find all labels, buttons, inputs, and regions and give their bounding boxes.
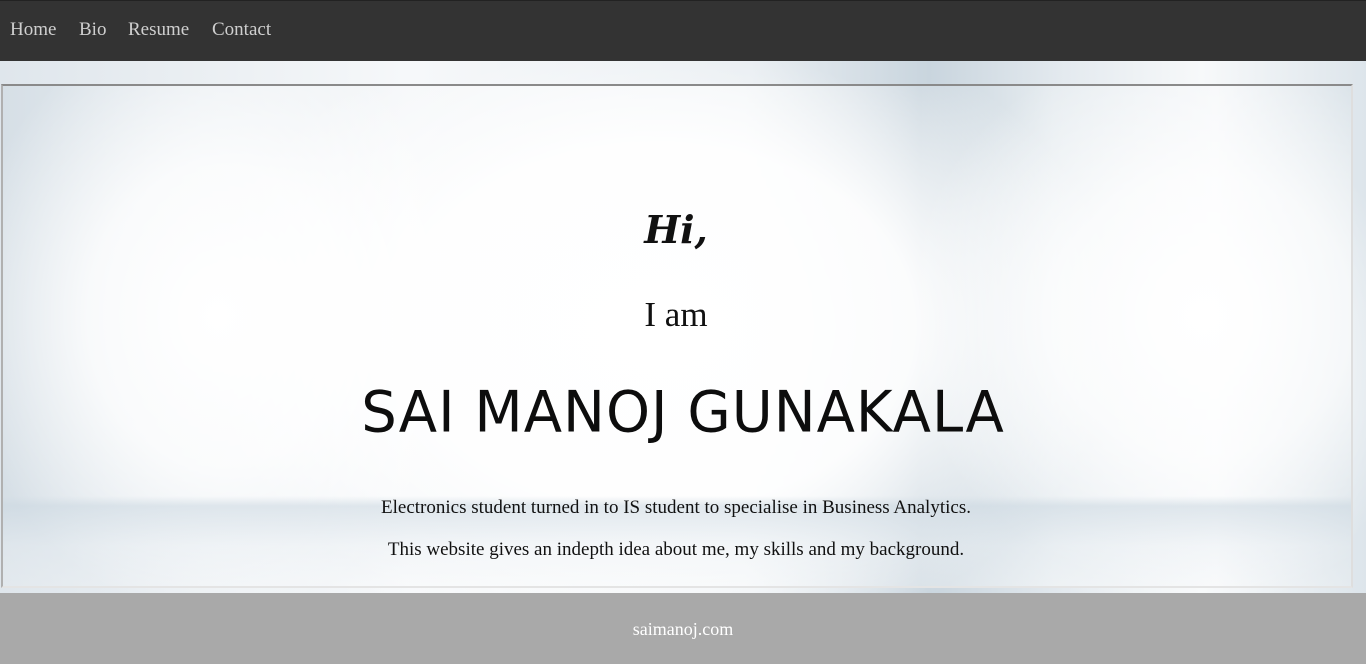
top-navbar: Home Bio Resume Contact: [0, 0, 1366, 61]
nav-link-home[interactable]: Home: [10, 19, 56, 41]
hero-greeting: Hi,: [644, 207, 708, 252]
nav-link-bio[interactable]: Bio: [79, 19, 106, 41]
hero-name: SAI MANOJ GUNAKALA: [361, 379, 1005, 446]
footer-site-name: saimanoj.com: [632, 619, 734, 639]
nav-link-contact[interactable]: Contact: [212, 19, 271, 41]
hero-description-line-1: Electronics student turned in to IS stud…: [381, 497, 971, 518]
hero-intro: I am: [644, 295, 708, 334]
nav-link-resume[interactable]: Resume: [128, 19, 189, 41]
hero-description-line-2: This website gives an indepth idea about…: [387, 539, 965, 560]
